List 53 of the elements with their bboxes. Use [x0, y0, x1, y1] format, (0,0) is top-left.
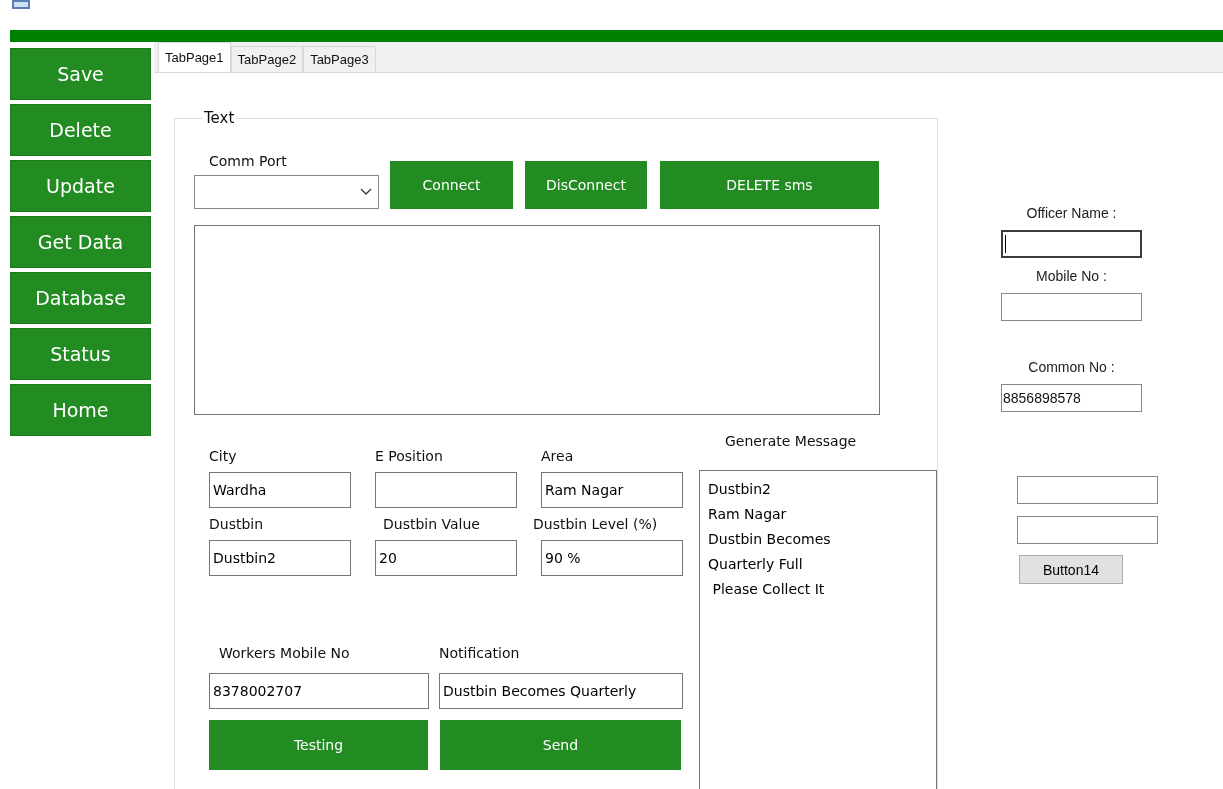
text-field[interactable]: Ram Nagar	[541, 472, 683, 508]
list-item: Dustbin2	[708, 480, 772, 499]
text-field[interactable]: Wardha	[209, 472, 351, 508]
button[interactable]: Button14	[1019, 555, 1123, 584]
text-cursor	[1005, 235, 1006, 253]
sidebar-button[interactable]: Save	[10, 48, 151, 100]
sidebar-button[interactable]: Database	[10, 272, 151, 324]
list-item: Please Collect It	[711, 580, 826, 599]
tab[interactable]: TabPage1	[158, 42, 231, 72]
field-label: Area	[541, 448, 575, 466]
text-field[interactable]: 8378002707	[209, 673, 429, 709]
action-button[interactable]: DELETE sms	[660, 161, 879, 209]
text-field[interactable]: Dustbin Becomes Quarterly	[439, 673, 683, 709]
text-field[interactable]	[1001, 230, 1142, 258]
action-button[interactable]: Send	[440, 720, 681, 770]
text-field[interactable]: 8856898578	[1001, 384, 1142, 412]
action-button[interactable]: Testing	[209, 720, 428, 770]
field-label: Dustbin Value	[383, 516, 481, 534]
field-label: Common No :	[1027, 359, 1116, 375]
text-field[interactable]	[375, 472, 517, 508]
text-field[interactable]	[1017, 516, 1158, 544]
field-label: Comm Port	[209, 153, 288, 169]
tab[interactable]: TabPage3	[303, 46, 376, 72]
action-button[interactable]: DisConnect	[525, 161, 647, 209]
app-icon	[12, 0, 30, 9]
list-item: Ram Nagar	[708, 505, 788, 524]
sidebar-button[interactable]: Get Data	[10, 216, 151, 268]
list-label: Generate Message	[725, 433, 858, 449]
dropdown[interactable]	[194, 175, 379, 209]
sidebar-button[interactable]: Delete	[10, 104, 151, 156]
text-field[interactable]: 20	[375, 540, 517, 576]
list-item: Dustbin Becomes	[708, 530, 832, 549]
list-item: Quarterly Full	[708, 555, 804, 574]
field-label: City	[209, 448, 238, 466]
sidebar-button[interactable]: Status	[10, 328, 151, 380]
chevron-icon	[360, 188, 372, 196]
sidebar-button[interactable]: Home	[10, 384, 151, 436]
field-label: Dustbin	[209, 516, 265, 534]
message-list[interactable]: Dustbin2 Ram Nagar Dustbin Becomes Quarterly Full Please Collect It	[699, 470, 937, 789]
field-label: Mobile No :	[1035, 268, 1108, 284]
sidebar-button[interactable]: Update	[10, 160, 151, 212]
text-field[interactable]: Dustbin2	[209, 540, 351, 576]
field-label: Dustbin Level (%)	[533, 516, 659, 534]
field-label: Notification	[439, 645, 521, 661]
text-field[interactable]	[1017, 476, 1158, 504]
field-label: E Position	[375, 448, 444, 466]
text-field[interactable]	[1001, 293, 1142, 321]
field-label: Workers Mobile No	[219, 645, 351, 661]
text-field[interactable]: 90 %	[541, 540, 683, 576]
tab[interactable]: TabPage2	[230, 46, 304, 72]
group-title: Text	[203, 109, 236, 127]
field-label: Officer Name :	[1025, 205, 1118, 221]
action-button[interactable]: Connect	[390, 161, 513, 209]
